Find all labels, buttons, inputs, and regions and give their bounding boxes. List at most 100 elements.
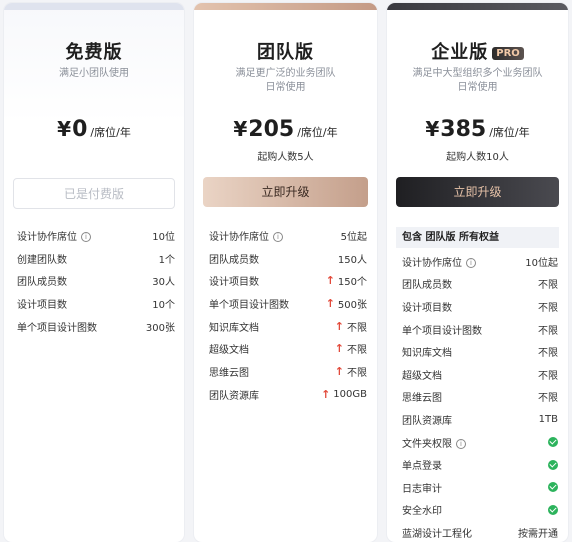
feature-value-wrap: 不限 <box>538 322 558 337</box>
feature-value-wrap: 不限 <box>538 344 558 359</box>
subtitle-line: 满足更广泛的业务团队 <box>235 68 336 79</box>
pro-badge: PRO <box>492 46 524 60</box>
feature-label-wrap: 创建团队数 <box>17 251 67 266</box>
feature-label-wrap: 团队成员数 <box>402 276 452 291</box>
feature-value: 10位 <box>152 231 175 243</box>
info-circle-icon[interactable]: i <box>273 231 283 242</box>
feature-value: 30人 <box>152 277 175 289</box>
card-top-accent <box>387 3 568 10</box>
feature-label-wrap: 知识库文档 <box>209 319 259 334</box>
feature-label-wrap: 超级文档 <box>402 367 442 382</box>
feature-value-wrap: ↑ 500张 <box>326 296 367 311</box>
feature-value-wrap: ↑ 150个 <box>326 273 367 288</box>
feature-label: 超级文档 <box>209 345 249 357</box>
feature-list: 设计协作席位 i 10位创建团队数 1个团队成员数 30人设计项目数 10个单个项目设计图… <box>17 224 175 337</box>
feature-value: 10位起 <box>525 257 558 269</box>
feature-value-wrap: 30人 <box>152 273 175 288</box>
feature-value: 不限 <box>538 280 558 292</box>
feature-label: 设计项目数 <box>17 299 67 311</box>
feature-label: 团队资源库 <box>209 390 259 402</box>
feature-row: 设计项目数 10个 <box>17 292 175 315</box>
plan-card-enterprise: 企业版 PRO 满足中大型组织多个业务团队 日常使用 ¥385/席位/年 起购人数… <box>387 3 568 542</box>
plan-title: 企业版 PRO <box>387 38 568 64</box>
feature-row: 设计项目数 不限 <box>402 295 558 318</box>
minimum-purchase: 起购人数5人 <box>257 152 314 163</box>
feature-label-wrap: 安全水印 <box>402 502 442 517</box>
upgrade-button[interactable]: 立即升级 <box>203 177 368 207</box>
arrow-up-icon: ↑ <box>334 364 344 378</box>
info-circle-icon[interactable]: i <box>81 231 91 242</box>
feature-value-wrap: ↑ 不限 <box>335 341 367 356</box>
feature-value: 不限 <box>538 325 558 337</box>
feature-value-wrap: 不限 <box>538 276 558 291</box>
feature-label: 设计协作席位 <box>402 257 462 269</box>
feature-label-wrap: 单点登录 <box>402 457 442 472</box>
info-circle-icon[interactable]: i <box>466 257 476 268</box>
feature-list: 设计协作席位 i 5位起 团队成员数 150人 设计项目数 ↑ 150个 单个项目设计图数 ↑ 50… <box>209 224 367 406</box>
feature-value: 500张 <box>337 299 367 311</box>
feature-label-wrap: 设计项目数 <box>17 296 67 311</box>
feature-row: 安全水印 <box>402 499 558 522</box>
feature-label: 安全水印 <box>402 506 442 518</box>
feature-value: 150人 <box>337 254 367 266</box>
feature-value-wrap: 5位起 <box>341 228 367 243</box>
feature-value: 5位起 <box>340 231 367 243</box>
feature-value-wrap: 不限 <box>538 367 558 382</box>
feature-value-wrap: 不限 <box>538 389 558 404</box>
price-amount: 205 <box>248 117 295 142</box>
feature-row: 单个项目设计图数 300张 <box>17 315 175 338</box>
feature-value: 不限 <box>538 393 558 405</box>
feature-value: 不限 <box>347 345 367 357</box>
info-circle-icon[interactable]: i <box>456 438 466 449</box>
feature-label: 团队成员数 <box>209 254 259 266</box>
feature-row: 团队资源库 ↑ 100GB <box>209 383 367 406</box>
feature-label: 创建团队数 <box>17 254 67 266</box>
feature-value: 按需开通 <box>518 528 558 540</box>
feature-value-wrap: 1TB <box>539 414 558 425</box>
feature-value: 300张 <box>145 322 175 334</box>
feature-label-wrap: 知识库文档 <box>402 344 452 359</box>
feature-row: 单个项目设计图数 ↑ 500张 <box>209 292 367 315</box>
feature-label: 团队成员数 <box>17 277 67 289</box>
feature-row: 文件夹权限 i <box>402 431 558 454</box>
feature-value-wrap: 150人 <box>338 251 367 266</box>
feature-label: 设计协作席位 <box>209 231 269 243</box>
feature-row: 设计协作席位 i 5位起 <box>209 224 367 247</box>
minimum-purchase: 起购人数10人 <box>446 152 509 163</box>
feature-label-wrap: 设计项目数 <box>402 299 452 314</box>
feature-list: 设计协作席位 i 10位起 团队成员数 不限 设计项目数 不限 单个项目设计图数 不限 知识库文档… <box>402 250 558 542</box>
feature-value: 1TB <box>538 413 558 425</box>
subtitle-line: 日常使用 <box>457 82 498 93</box>
feature-row: 单点登录 <box>402 453 558 476</box>
plan-price: ¥385/席位/年 <box>387 117 568 142</box>
upgrade-button[interactable]: 立即升级 <box>396 177 559 207</box>
check-circle-icon <box>548 459 558 470</box>
feature-value-wrap <box>548 482 558 493</box>
feature-label: 团队资源库 <box>402 415 452 427</box>
feature-label-wrap: 思维云图 <box>402 389 442 404</box>
feature-label: 知识库文档 <box>402 348 452 360</box>
feature-value-wrap: ↑ 不限 <box>335 364 367 379</box>
feature-value: 10个 <box>152 299 175 311</box>
feature-value-wrap: 10位起 <box>525 254 558 269</box>
feature-label-wrap: 蓝湖设计工程化 <box>402 525 472 540</box>
feature-row: 超级文档 不限 <box>402 363 558 386</box>
feature-label: 设计项目数 <box>402 302 452 314</box>
feature-label: 团队成员数 <box>402 280 452 292</box>
feature-value-wrap: 不限 <box>538 299 558 314</box>
feature-value: 不限 <box>347 367 367 379</box>
check-circle-icon <box>548 482 558 493</box>
feature-label: 思维云图 <box>209 367 249 379</box>
feature-value-wrap: 按需开通 <box>518 525 558 540</box>
feature-label: 设计协作席位 <box>17 231 77 243</box>
feature-label-wrap: 文件夹权限 i <box>402 435 466 450</box>
arrow-up-icon: ↑ <box>334 319 344 333</box>
price-unit: /席位/年 <box>297 126 338 139</box>
feature-value-wrap: ↑ 不限 <box>335 319 367 334</box>
feature-row: 知识库文档 不限 <box>402 340 558 363</box>
feature-value-wrap: 1个 <box>159 251 175 266</box>
feature-label: 单个项目设计图数 <box>209 299 289 311</box>
feature-label-wrap: 思维云图 <box>209 364 249 379</box>
arrow-up-icon: ↑ <box>325 296 335 310</box>
price-unit: /席位/年 <box>90 126 131 139</box>
